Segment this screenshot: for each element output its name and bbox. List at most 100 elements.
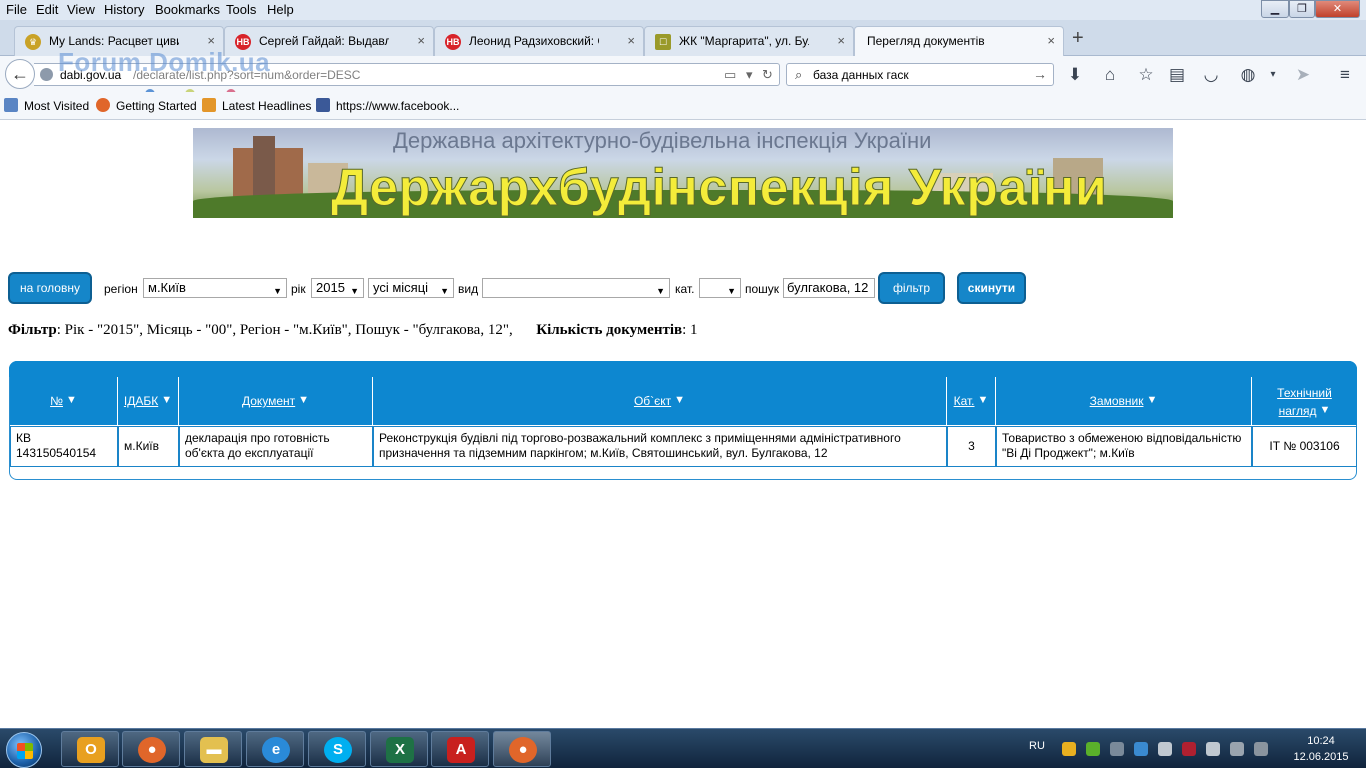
new-tab-icon[interactable]: + [1072, 27, 1084, 50]
close-icon[interactable]: × [627, 33, 635, 48]
tray-app-icon[interactable] [1110, 742, 1124, 756]
documents-table: № ▼ ІДАБК ▼ Документ ▼ Об`єкт ▼ Кат. ▼ Замовн… [9, 361, 1357, 480]
bookmark-latest-headlines[interactable]: Latest Headlines [222, 99, 311, 113]
year-select[interactable]: 2015 ▼ [311, 278, 364, 298]
menu-history[interactable]: History [104, 2, 144, 17]
back-button[interactable]: ← [5, 59, 35, 89]
header-category[interactable]: Кат. ▼ [947, 377, 996, 425]
tab-margarita[interactable]: ☐ ЖК "Маргарита", ул. Булг... × [644, 26, 854, 56]
start-button[interactable] [6, 732, 42, 768]
tab-title: ЖК "Маргарита", ул. Булг... [679, 34, 809, 48]
close-icon[interactable]: × [207, 33, 215, 48]
pocket-icon[interactable]: ◡ [1200, 65, 1222, 85]
system-clock[interactable]: 10:24 12.06.2015 [1283, 733, 1359, 765]
search-icon: ⌕ [795, 67, 803, 82]
search-input[interactable]: булгакова, 12 [783, 278, 875, 298]
taskbar-explorer[interactable]: ▬ [184, 731, 242, 767]
bookmark-star-icon[interactable]: ☆ [1135, 65, 1157, 85]
sort-down-icon[interactable]: ▼ [978, 394, 989, 406]
sort-down-icon[interactable]: ▼ [1320, 402, 1331, 419]
sort-down-icon[interactable]: ▼ [298, 394, 309, 406]
taskbar-acrobat[interactable]: A [431, 731, 489, 767]
cell-object: Реконструкція будівлі під торгово-розваж… [373, 426, 947, 467]
menu-bookmarks[interactable]: Bookmarks [155, 2, 220, 17]
close-window-icon[interactable]: ✕ [1315, 0, 1360, 18]
search-go-icon[interactable]: → [1033, 66, 1047, 82]
tab-documents[interactable]: Перегляд документів × [854, 26, 1064, 57]
download-icon[interactable]: ⬇ [1064, 65, 1086, 85]
menu-help[interactable]: Help [267, 2, 294, 17]
menu-file[interactable]: File [6, 2, 27, 17]
home-icon[interactable]: ⌂ [1099, 65, 1121, 85]
header-customer-link[interactable]: Замовник [1090, 394, 1144, 408]
region-select[interactable]: м.Київ ▼ [143, 278, 287, 298]
dropdown-icon[interactable]: ▾ [746, 67, 753, 83]
network-activity-icon[interactable] [1134, 742, 1148, 756]
addon-icon[interactable]: ◍ [1237, 65, 1259, 85]
bookmarks-list-icon[interactable]: ▤ [1166, 65, 1188, 85]
tray-app-icon[interactable] [1230, 742, 1244, 756]
tray-app-icon[interactable] [1062, 742, 1076, 756]
search-bar[interactable]: ⌕ база данных гаск → [786, 63, 1054, 86]
header-number[interactable]: № ▼ [10, 377, 118, 425]
home-button[interactable]: на головну [8, 272, 92, 304]
banner-subtitle: Державна архітектурно-будівельна інспекц… [393, 128, 932, 153]
menu-edit[interactable]: Edit [36, 2, 58, 17]
category-select[interactable]: ▼ [699, 278, 741, 298]
header-supervision[interactable]: Технічний нагляд ▼ [1252, 377, 1357, 425]
internet-explorer-icon: e [262, 737, 290, 763]
sort-down-icon[interactable]: ▼ [161, 394, 172, 406]
header-object-link[interactable]: Об`єкт [634, 394, 671, 408]
header-document[interactable]: Документ ▼ [179, 377, 373, 425]
tray-app-icon[interactable] [1086, 742, 1100, 756]
sort-down-icon[interactable]: ▼ [1146, 394, 1157, 406]
close-icon[interactable]: × [837, 33, 845, 48]
reader-view-icon[interactable]: ▭ [724, 67, 736, 83]
header-document-link[interactable]: Документ [242, 394, 295, 408]
taskbar-excel[interactable]: X [370, 731, 428, 767]
menu-tools[interactable]: Tools [226, 2, 256, 17]
header-object[interactable]: Об`єкт ▼ [373, 377, 947, 425]
filter-button[interactable]: фільтр [878, 272, 945, 304]
bookmark-most-visited[interactable]: Most Visited [24, 99, 89, 113]
signal-icon[interactable] [1254, 742, 1268, 756]
clock-time: 10:24 [1307, 735, 1335, 747]
hamburger-menu-icon[interactable]: ≡ [1334, 65, 1356, 85]
language-indicator[interactable]: RU [1029, 740, 1045, 752]
minimize-icon[interactable]: ▁ [1261, 0, 1289, 18]
header-category-link[interactable]: Кат. [954, 394, 975, 408]
header-customer[interactable]: Замовник ▼ [996, 377, 1252, 425]
header-idabk-link[interactable]: ІДАБК [124, 394, 158, 408]
chevron-down-icon: ▼ [727, 286, 736, 296]
menu-view[interactable]: View [67, 2, 95, 17]
taskbar-skype[interactable]: S [308, 731, 366, 767]
month-select[interactable]: усі місяці ▼ [368, 278, 454, 298]
taskbar-ie[interactable]: e [246, 731, 304, 767]
taskbar-outlook[interactable]: O [61, 731, 119, 767]
close-icon[interactable]: × [417, 33, 425, 48]
action-center-icon[interactable] [1206, 742, 1220, 756]
maximize-icon[interactable]: ❐ [1289, 0, 1315, 18]
reload-icon[interactable]: ↻ [762, 67, 773, 83]
reset-button[interactable]: скинути [957, 272, 1026, 304]
nv-favicon-icon: НВ [445, 34, 461, 50]
addon-menu-icon[interactable]: ▾ [1262, 69, 1284, 80]
filter-summary-text: : Рік - "2015", Місяць - "00", Регіон - … [56, 322, 513, 338]
bookmark-getting-started[interactable]: Getting Started [116, 99, 197, 113]
type-select[interactable]: ▼ [482, 278, 670, 298]
header-number-link[interactable]: № [50, 394, 63, 408]
close-icon[interactable]: × [1047, 33, 1055, 48]
skype-icon: S [324, 737, 352, 763]
document-count-value: : 1 [682, 322, 698, 338]
tab-radzikhovsky[interactable]: НВ Леонид Радзиховский: О ... × [434, 26, 644, 56]
taskbar-firefox-active[interactable]: ● [493, 731, 551, 767]
header-idabk[interactable]: ІДАБК ▼ [118, 377, 179, 425]
banner-title: Держархбудінспекція України [330, 159, 1108, 218]
antivirus-icon[interactable] [1182, 742, 1196, 756]
sort-down-icon[interactable]: ▼ [66, 394, 77, 406]
bookmark-facebook[interactable]: https://www.facebook... [336, 99, 459, 113]
taskbar-firefox-pinned[interactable]: ● [122, 731, 180, 767]
volume-icon[interactable] [1158, 742, 1172, 756]
sort-down-icon[interactable]: ▼ [674, 394, 685, 406]
send-icon[interactable]: ➤ [1292, 65, 1314, 85]
